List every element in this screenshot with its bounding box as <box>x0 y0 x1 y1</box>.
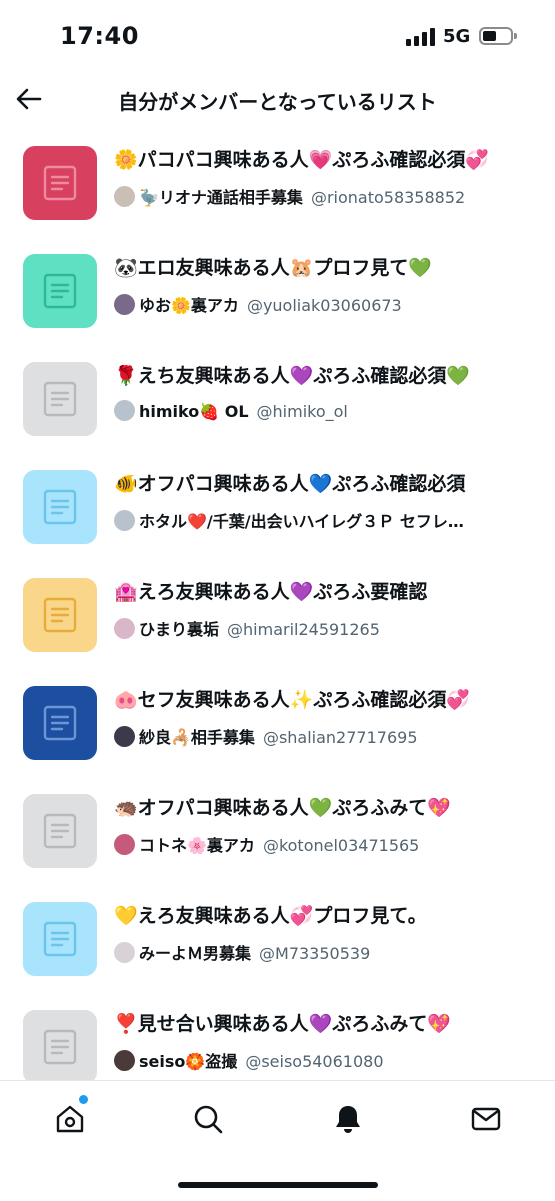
list-name: 🐼エロ友興味ある人🐹プロフ見て💚 <box>114 257 432 279</box>
list-thumbnail <box>23 470 97 544</box>
document-icon <box>43 273 77 309</box>
search-icon <box>194 1105 223 1134</box>
list-name: 🐽セフ友興味ある人✨ぷろふ確認必須💞 <box>114 689 470 711</box>
avatar <box>114 294 135 315</box>
list-thumbnail <box>23 362 97 436</box>
list-name: 🌼パコパコ興味ある人💗ぷろふ確認必須💞 <box>114 149 489 171</box>
list-owner: コトネ🌸裏アカ @kotonel03471565 <box>114 832 541 856</box>
list-item[interactable]: 🦔オフパコ興味ある人💚ぷろふみて💖 コトネ🌸裏アカ @kotonel03471565 <box>0 776 555 884</box>
owner-name: ホタル❤️/千葉/出会いハイレグ３Ｐ セフレ… <box>139 512 464 531</box>
document-icon <box>43 489 77 525</box>
avatar <box>114 834 135 855</box>
owner-name: 🦤リオナ通話相手募集 <box>139 188 303 207</box>
avatar <box>114 510 135 531</box>
home-indicator <box>178 1182 378 1188</box>
owner-name: 紗良🦂相手募集 <box>139 728 255 747</box>
list-owner: みーよＭ男募集 @M73350539 <box>114 940 541 964</box>
list-item[interactable]: 🐽セフ友興味ある人✨ぷろふ確認必須💞 紗良🦂相手募集 @shalian2771769… <box>0 668 555 776</box>
list-name: 🌹えち友興味ある人💜ぷろふ確認必須💚 <box>114 365 470 387</box>
owner-name: みーよＭ男募集 <box>139 944 252 963</box>
list-name: 🏩えろ友興味ある人💜ぷろふ要確認 <box>114 581 428 603</box>
list-item[interactable]: 🌹えち友興味ある人💜ぷろふ確認必須💚 himiko🍓 OL @himiko_ol <box>0 344 555 452</box>
list-owner: 紗良🦂相手募集 @shalian27717695 <box>114 724 541 748</box>
avatar <box>114 1050 135 1071</box>
avatar <box>114 942 135 963</box>
tab-messages[interactable] <box>466 1099 506 1139</box>
document-icon <box>43 597 77 633</box>
document-icon <box>43 1029 77 1065</box>
owner-handle: @kotonel03471565 <box>262 836 420 855</box>
status-bar: 17:40 5G <box>0 0 555 72</box>
list-item[interactable]: 🐠オフパコ興味ある人💙ぷろふ確認必須ホタル❤️/千葉/出会いハイレグ３Ｐ セフレ… <box>0 452 555 560</box>
list-owner: ホタル❤️/千葉/出会いハイレグ３Ｐ セフレ… <box>114 508 541 532</box>
list-thumbnail <box>23 254 97 328</box>
signal-icon <box>406 28 435 46</box>
owner-handle: @himiko_ol <box>256 402 348 421</box>
home-icon <box>56 1105 84 1133</box>
owner-name: seiso🏵️盗撮 <box>139 1052 238 1071</box>
list-owner: 🦤リオナ通話相手募集 @rionato58358852 <box>114 184 541 208</box>
list-collection: 🌼パコパコ興味ある人💗ぷろふ確認必須💞 🦤リオナ通話相手募集 @rionato583… <box>0 128 555 1100</box>
owner-handle: @seiso54061080 <box>245 1052 384 1071</box>
list-name: 🐠オフパコ興味ある人💙ぷろふ確認必須 <box>114 473 466 495</box>
list-owner: ゆお🌼裏アカ @yuoliak03060673 <box>114 292 541 316</box>
tab-notifications[interactable] <box>328 1099 368 1139</box>
list-thumbnail <box>23 686 97 760</box>
document-icon <box>43 165 77 201</box>
owner-handle: @shalian27717695 <box>262 728 418 747</box>
owner-name: ゆお🌼裏アカ <box>139 296 239 315</box>
document-icon <box>43 813 77 849</box>
status-time: 17:40 <box>60 22 139 50</box>
mail-icon <box>471 1107 501 1131</box>
list-item[interactable]: 🐼エロ友興味ある人🐹プロフ見て💚 ゆお🌼裏アカ @yuoliak03060673 <box>0 236 555 344</box>
owner-name: ひまり裏垢 <box>139 620 220 639</box>
list-thumbnail <box>23 1010 97 1084</box>
list-item[interactable]: 🏩えろ友興味ある人💜ぷろふ要確認ひまり裏垢 @himaril24591265 <box>0 560 555 668</box>
nav-header: 自分がメンバーとなっているリスト <box>0 72 555 128</box>
list-owner: seiso🏵️盗撮 @seiso54061080 <box>114 1048 541 1072</box>
avatar <box>114 618 135 639</box>
list-owner: himiko🍓 OL @himiko_ol <box>114 400 541 421</box>
owner-handle: @yuoliak03060673 <box>246 296 402 315</box>
avatar <box>114 186 135 207</box>
bell-icon <box>336 1106 360 1133</box>
list-item[interactable]: 🌼パコパコ興味ある人💗ぷろふ確認必須💞 🦤リオナ通話相手募集 @rionato583… <box>0 128 555 236</box>
document-icon <box>43 921 77 957</box>
notification-dot <box>79 1095 88 1104</box>
tab-home[interactable] <box>50 1095 90 1139</box>
document-icon <box>43 705 77 741</box>
list-owner: ひまり裏垢 @himaril24591265 <box>114 616 541 640</box>
list-thumbnail <box>23 146 97 220</box>
list-name: 🦔オフパコ興味ある人💚ぷろふみて💖 <box>114 797 451 819</box>
avatar <box>114 400 135 421</box>
network-type: 5G <box>443 26 471 47</box>
owner-handle: @M73350539 <box>259 944 371 963</box>
owner-handle: @himaril24591265 <box>227 620 380 639</box>
list-thumbnail <box>23 578 97 652</box>
tab-search[interactable] <box>188 1099 228 1139</box>
battery-icon <box>479 27 517 45</box>
list-name: 💛えろ友興味ある人💞プロフ見て。 <box>114 905 427 927</box>
page-title: 自分がメンバーとなっているリスト <box>118 90 437 114</box>
list-item[interactable]: 💛えろ友興味ある人💞プロフ見て。みーよＭ男募集 @M73350539 <box>0 884 555 992</box>
list-name: ❣️見せ合い興味ある人💜ぷろふみて💖 <box>114 1013 451 1035</box>
list-thumbnail <box>23 794 97 868</box>
owner-name: コトネ🌸裏アカ <box>139 836 255 855</box>
document-icon <box>43 381 77 417</box>
owner-name: himiko🍓 OL <box>139 402 249 421</box>
owner-handle: @rionato58358852 <box>310 188 466 207</box>
list-thumbnail <box>23 902 97 976</box>
avatar <box>114 726 135 747</box>
